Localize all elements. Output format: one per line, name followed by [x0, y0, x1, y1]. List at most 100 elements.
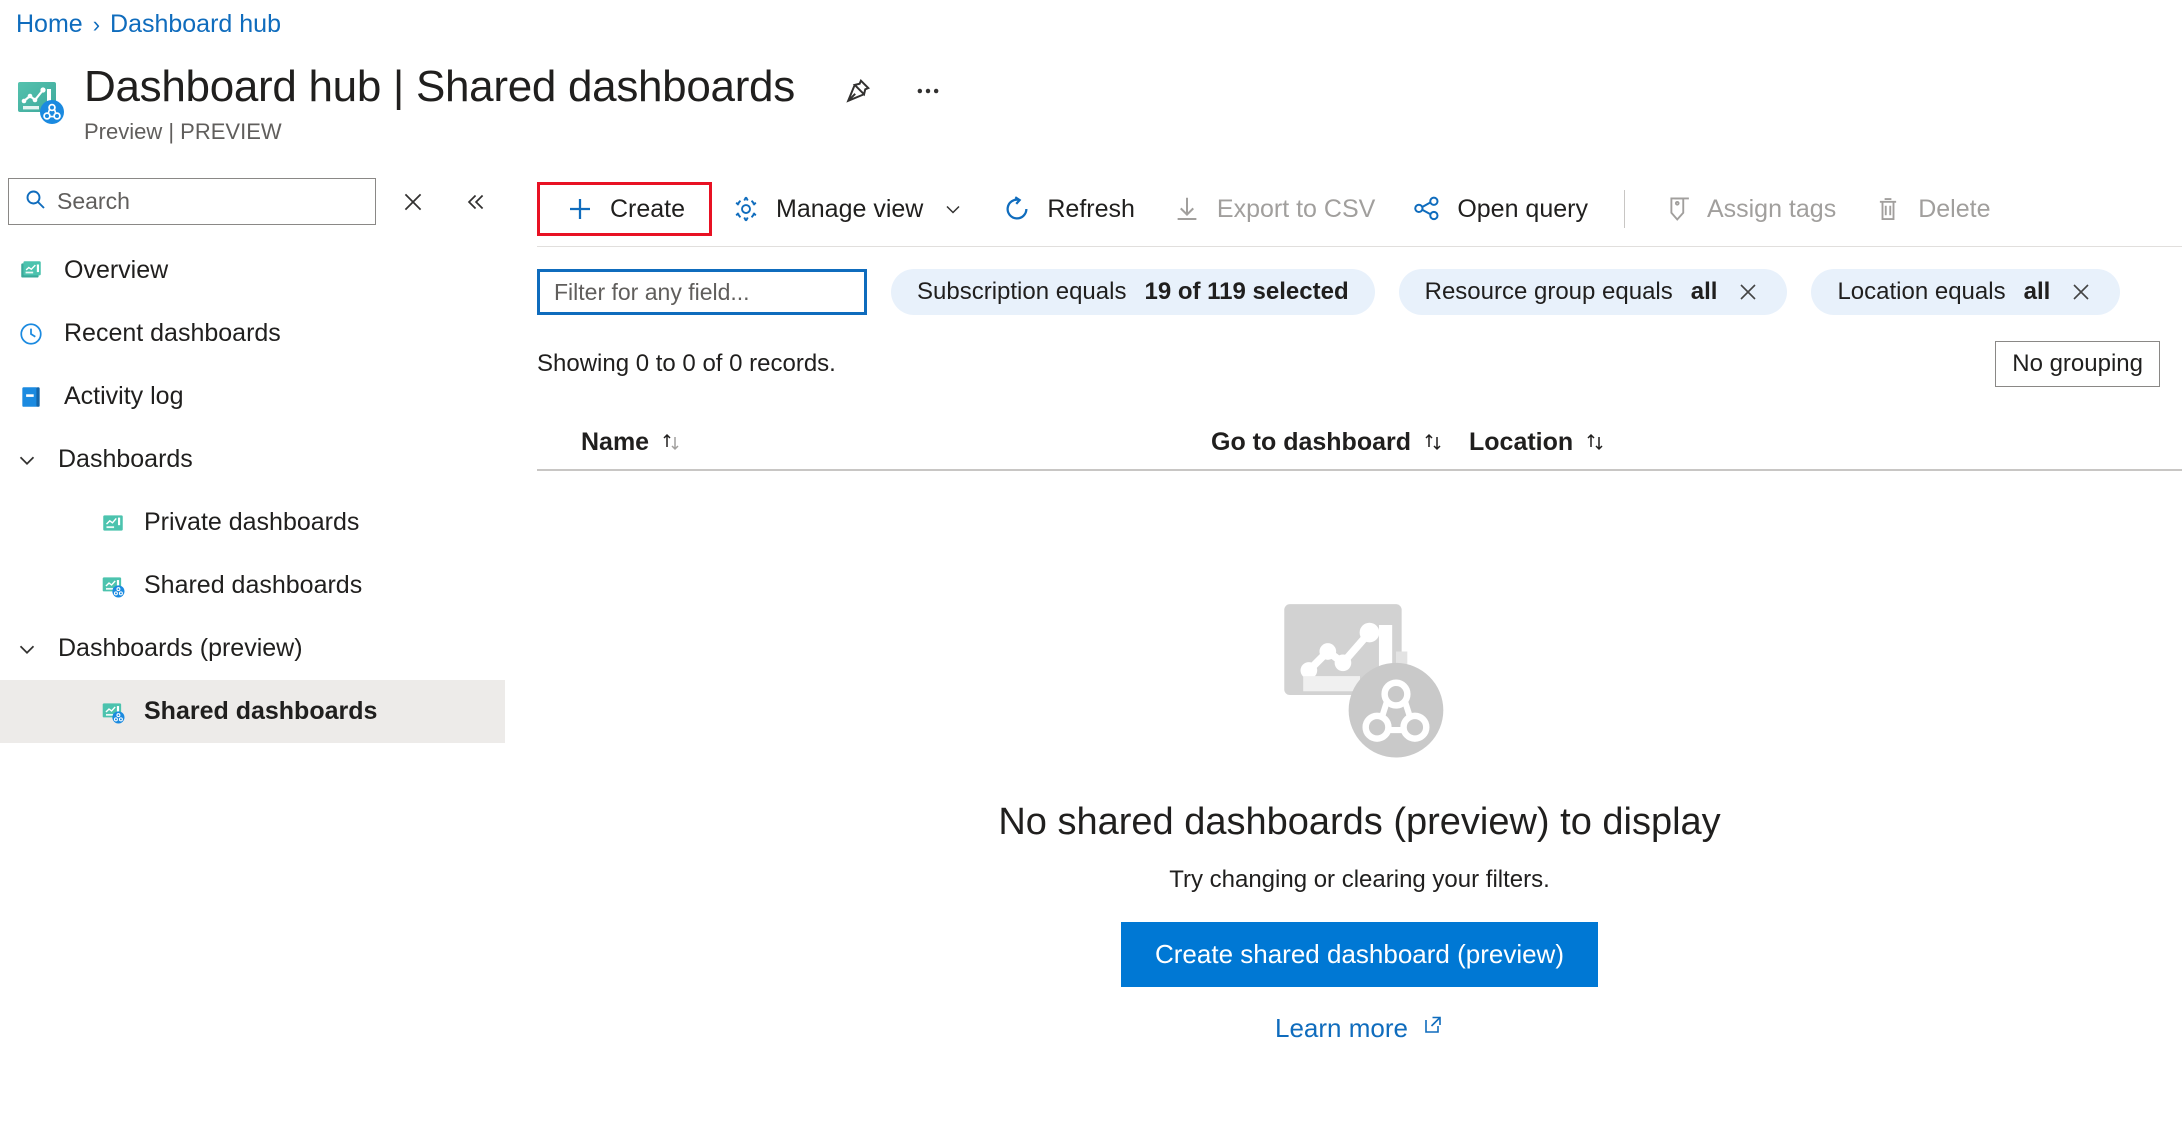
- command-toolbar: Create Manage view Refresh Export to CSV…: [537, 178, 2182, 240]
- sort-icon: [1421, 430, 1445, 454]
- dashboard-hub-shared-icon: [16, 76, 66, 126]
- results-table: Name Go to dashboard Location: [537, 415, 2182, 471]
- external-link-icon: [1420, 1013, 1444, 1044]
- sort-icon: [1583, 430, 1607, 454]
- sidebar-item-label: Shared dashboards: [144, 697, 378, 725]
- chevron-down-icon: [12, 634, 42, 664]
- close-icon[interactable]: [2068, 279, 2094, 305]
- column-header-label: Location: [1469, 427, 1574, 456]
- shared-dashboard-icon: [98, 697, 128, 727]
- sidebar-group-dashboards[interactable]: Dashboards: [0, 428, 505, 491]
- records-count-text: Showing 0 to 0 of 0 records.: [537, 350, 836, 377]
- column-header-go-to-dashboard[interactable]: Go to dashboard: [1211, 428, 1469, 457]
- breadcrumb-item-home[interactable]: Home: [16, 10, 83, 39]
- trash-icon: [1872, 193, 1904, 225]
- filter-pill-value: 19 of 119 selected: [1144, 278, 1349, 305]
- open-query-button[interactable]: Open query: [1393, 182, 1606, 236]
- search-box[interactable]: [8, 178, 376, 225]
- azure-portal-page: Home › Dashboard hub Dashboard hub | Sha…: [0, 0, 2182, 1129]
- shared-dashboard-placeholder-icon: [1265, 589, 1455, 767]
- results-summary-row: Showing 0 to 0 of 0 records. No grouping: [537, 315, 2182, 387]
- create-button[interactable]: Create: [537, 182, 713, 236]
- assign-tags-label: Assign tags: [1706, 194, 1837, 223]
- filter-pill-prefix: Subscription equals: [917, 278, 1127, 305]
- more-icon[interactable]: [913, 76, 943, 106]
- sidebar-item-label: Overview: [64, 256, 169, 284]
- search-icon: [23, 187, 47, 216]
- manage-view-button[interactable]: Manage view: [712, 182, 983, 236]
- learn-more-link[interactable]: Learn more: [1275, 1013, 1444, 1044]
- collapse-sidebar-icon[interactable]: [458, 185, 492, 219]
- column-header-location[interactable]: Location: [1469, 428, 1719, 457]
- breadcrumb: Home › Dashboard hub: [16, 10, 281, 39]
- gear-icon: [730, 193, 762, 225]
- table-header-row: Name Go to dashboard Location: [537, 415, 2182, 469]
- column-header-name[interactable]: Name: [581, 428, 1211, 457]
- refresh-icon: [1001, 193, 1033, 225]
- open-query-label: Open query: [1457, 194, 1588, 223]
- pin-icon[interactable]: [843, 76, 873, 106]
- empty-state: No shared dashboards (preview) to displa…: [537, 471, 2182, 1044]
- create-shared-dashboard-button[interactable]: Create shared dashboard (preview): [1121, 922, 1598, 987]
- sidebar-search-row: [0, 178, 505, 225]
- filter-pill-location[interactable]: Location equals all: [1811, 269, 2121, 315]
- grouping-select-value: No grouping: [2012, 350, 2143, 377]
- filter-pill-value: all: [2023, 278, 2051, 305]
- filter-pill-subscription[interactable]: Subscription equals 19 of 119 selected: [891, 269, 1375, 315]
- create-button-label: Create: [610, 194, 686, 223]
- sidebar-item-label: Shared dashboards: [144, 571, 363, 599]
- sidebar-item-activity-log[interactable]: Activity log: [0, 365, 505, 428]
- sidebar-item-private-dashboards[interactable]: Private dashboards: [0, 491, 505, 554]
- plus-icon: [564, 193, 596, 225]
- sidebar-group-label: Dashboards: [58, 445, 193, 473]
- sidebar-group-dashboards-preview[interactable]: Dashboards (preview): [0, 617, 505, 680]
- toolbar-divider: [1623, 190, 1625, 228]
- sidebar-item-label: Recent dashboards: [64, 319, 281, 347]
- sidebar-group-label: Dashboards (preview): [58, 634, 303, 662]
- dashboard-icon: [16, 256, 46, 286]
- page-title: Dashboard hub | Shared dashboards: [84, 62, 795, 111]
- export-csv-button[interactable]: Export to CSV: [1153, 182, 1393, 236]
- private-dashboard-icon: [98, 508, 128, 538]
- sidebar-item-overview[interactable]: Overview: [0, 239, 505, 302]
- export-csv-label: Export to CSV: [1216, 194, 1376, 223]
- filter-any-field-box[interactable]: [537, 269, 867, 315]
- query-graph-icon: [1411, 193, 1443, 225]
- sidebar-item-label: Private dashboards: [144, 508, 360, 536]
- download-icon: [1171, 193, 1203, 225]
- sidebar: Overview Recent dashboards: [0, 178, 505, 743]
- clock-icon: [16, 319, 46, 349]
- tag-icon: [1661, 193, 1693, 225]
- filter-pill-resource-group[interactable]: Resource group equals all: [1398, 269, 1788, 315]
- refresh-label: Refresh: [1047, 194, 1135, 223]
- grouping-select[interactable]: No grouping: [1995, 341, 2160, 387]
- clear-search-icon[interactable]: [396, 185, 430, 219]
- page-header-actions: [843, 68, 943, 106]
- delete-button[interactable]: Delete: [1854, 182, 2008, 236]
- chevron-down-icon: [12, 445, 42, 475]
- sidebar-nav: Overview Recent dashboards Activity log …: [0, 239, 505, 743]
- learn-more-label: Learn more: [1275, 1013, 1408, 1043]
- breadcrumb-item-dashboard-hub[interactable]: Dashboard hub: [110, 10, 281, 39]
- sidebar-item-shared-dashboards[interactable]: Shared dashboards: [0, 554, 505, 617]
- chevron-down-icon: [941, 197, 965, 221]
- column-header-label: Name: [581, 427, 650, 456]
- delete-label: Delete: [1918, 194, 1991, 223]
- sidebar-item-shared-dashboards-preview[interactable]: Shared dashboards: [0, 680, 505, 743]
- activity-log-icon: [16, 382, 46, 412]
- filter-pill-value: all: [1690, 278, 1718, 305]
- main-content: Create Manage view Refresh Export to CSV…: [537, 178, 2182, 1129]
- shared-dashboard-icon: [98, 571, 128, 601]
- column-header-label: Go to dashboard: [1211, 427, 1411, 456]
- filter-pill-prefix: Location equals: [1837, 278, 2006, 305]
- close-icon[interactable]: [1735, 279, 1761, 305]
- sidebar-item-label: Activity log: [64, 382, 184, 410]
- filter-bar: Subscription equals 19 of 119 selected R…: [537, 247, 2182, 315]
- sidebar-item-recent-dashboards[interactable]: Recent dashboards: [0, 302, 505, 365]
- filter-any-field-input[interactable]: [554, 278, 864, 306]
- empty-state-title: No shared dashboards (preview) to displa…: [998, 801, 1721, 843]
- refresh-button[interactable]: Refresh: [983, 182, 1153, 236]
- assign-tags-button[interactable]: Assign tags: [1643, 182, 1854, 236]
- search-input[interactable]: [57, 188, 337, 215]
- filter-pill-prefix: Resource group equals: [1424, 278, 1673, 305]
